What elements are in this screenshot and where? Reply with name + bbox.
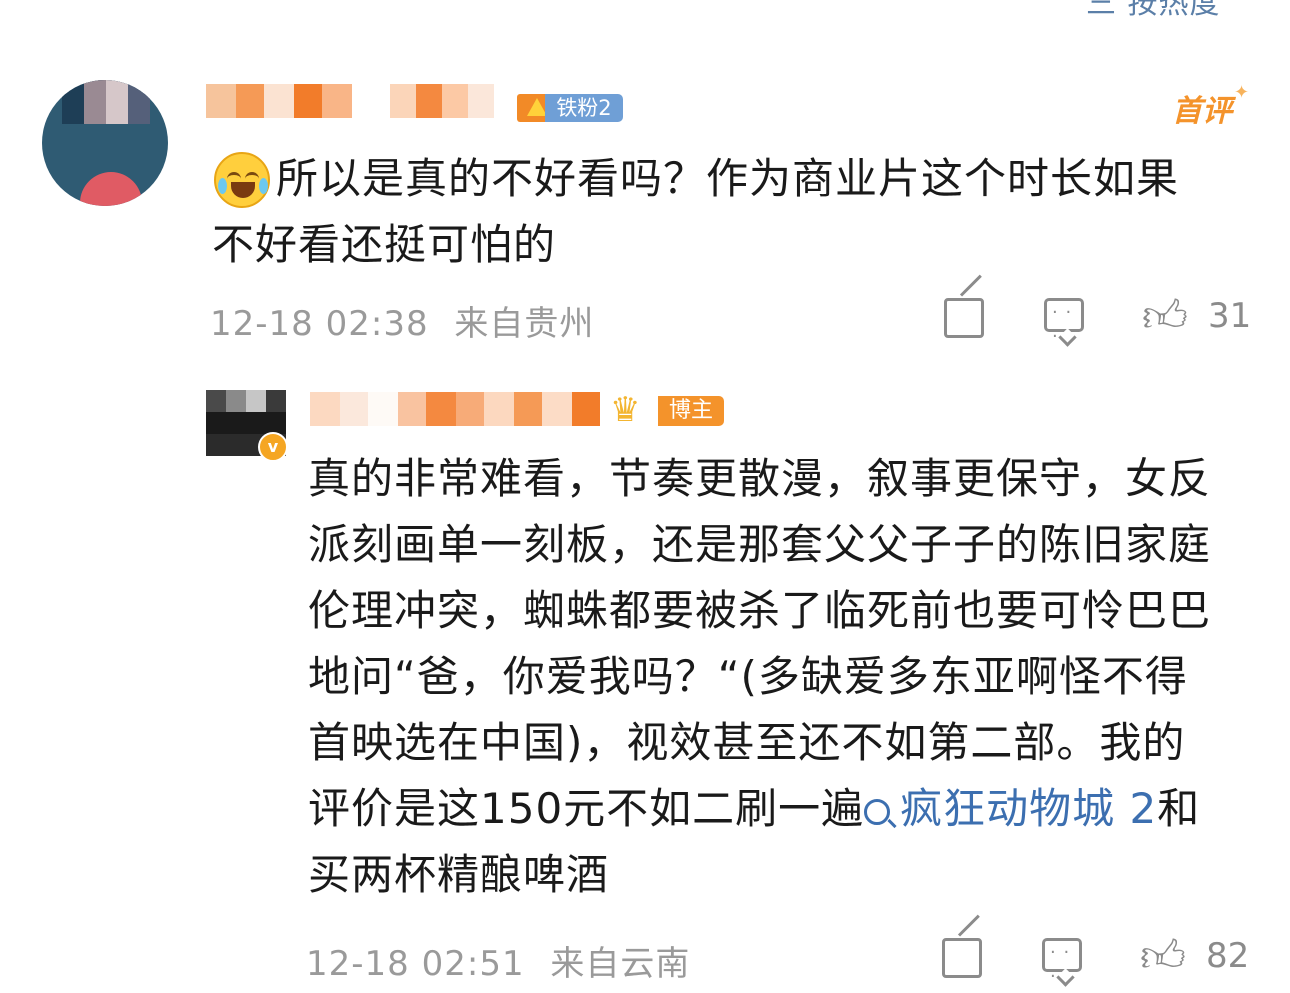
search-icon bbox=[864, 799, 891, 825]
blogger-badge: ♛ 博主 bbox=[610, 388, 724, 432]
sparkle-icon: ✦ bbox=[1234, 82, 1250, 103]
topic-link[interactable]: 疯狂动物城 2 bbox=[864, 784, 1157, 833]
reply-location: 来自云南 bbox=[550, 944, 691, 984]
comment-icon[interactable] bbox=[1044, 298, 1084, 349]
commenter-avatar[interactable] bbox=[42, 80, 168, 206]
commenter-name-blurred-2 bbox=[390, 84, 494, 118]
like-count: 31 bbox=[1208, 296, 1252, 336]
like-icon[interactable]: 👍︎ bbox=[1142, 294, 1188, 340]
blogger-name-blurred[interactable] bbox=[310, 392, 600, 426]
first-comment-badge: 首评 ✦ bbox=[1172, 82, 1250, 129]
comment-date: 12-18 02:38 bbox=[210, 304, 429, 344]
reply-date: 12-18 02:51 bbox=[306, 944, 525, 984]
reply-share-icon[interactable] bbox=[942, 938, 982, 978]
comment-meta: 12-18 02:38 来自贵州 bbox=[210, 296, 594, 345]
verified-badge-icon: v bbox=[258, 432, 288, 462]
comment-location: 来自贵州 bbox=[454, 304, 595, 344]
reply-like-icon[interactable]: 👍︎ bbox=[1140, 934, 1186, 980]
commenter-name-blurred[interactable] bbox=[206, 84, 352, 118]
fan-level-badge[interactable]: 铁粉2 bbox=[517, 88, 623, 124]
reply-text: 真的非常难看，节奏更散漫，叙事更保守，女反 派刻画单一刻板，还是那套父父子子的陈… bbox=[308, 454, 1212, 899]
sort-by-hot-button[interactable]: 三 按热度 bbox=[1086, 0, 1221, 21]
comment-text: 所以是真的不好看吗？作为商业片这个时长如果 不好看还挺可怕的 bbox=[212, 154, 1180, 269]
reply-comment-icon[interactable] bbox=[1042, 938, 1082, 989]
reply-like-count: 82 bbox=[1206, 936, 1250, 976]
share-icon[interactable] bbox=[944, 298, 984, 338]
crown-icon: ♛ bbox=[610, 390, 641, 430]
reply-meta: 12-18 02:51 来自云南 bbox=[306, 936, 690, 985]
